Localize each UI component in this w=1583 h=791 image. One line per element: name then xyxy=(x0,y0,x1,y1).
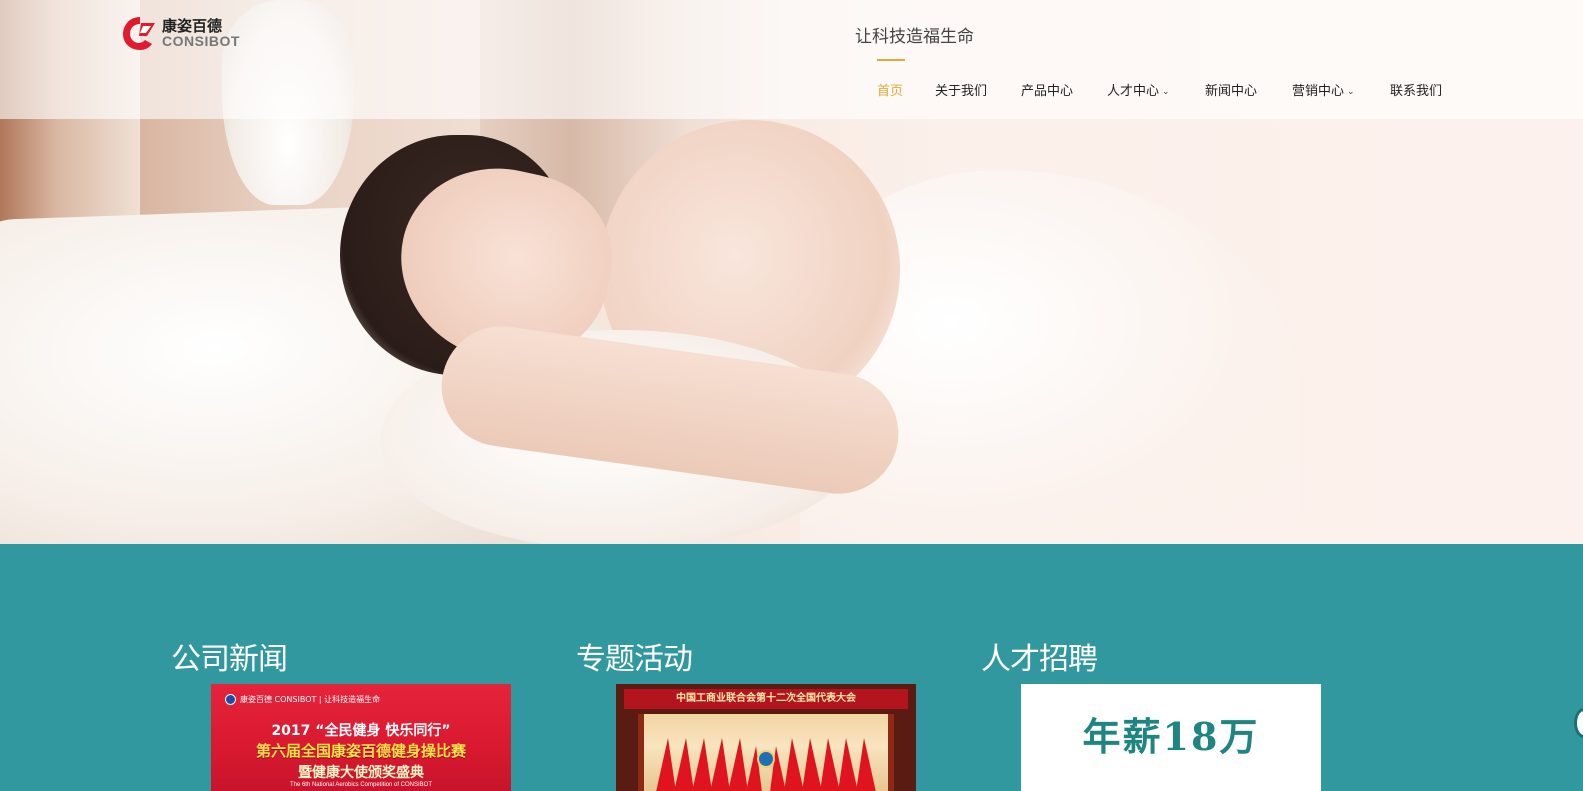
site-header: 康姿百德 CONSIBOT 让科技造福生命 首页 关于我们 产品中心 人才中心 ⌄… xyxy=(0,0,1583,119)
emblem-icon xyxy=(225,694,236,705)
national-emblem-icon xyxy=(757,750,775,768)
nav-item-label: 产品中心 xyxy=(1021,84,1074,99)
thumb-brand: 康姿百德 CONSIBOT xyxy=(240,695,317,704)
nav-item-home[interactable]: 首页 xyxy=(877,80,903,99)
thumb-header: 康姿百德 CONSIBOT | 让科技造福生命 xyxy=(225,694,380,708)
slogan-underline xyxy=(877,59,905,61)
logo[interactable]: 康姿百德 CONSIBOT xyxy=(121,12,251,52)
column-title-special-events[interactable]: 专题活动 xyxy=(576,634,693,678)
chevron-down-icon: ⌄ xyxy=(1347,87,1355,97)
nav-item-about[interactable]: 关于我们 xyxy=(935,80,987,99)
salary-text: 年薪18万 xyxy=(1082,714,1260,759)
thumb-headline-3: 暨健康大使颁奖盛典 xyxy=(298,765,424,781)
nav-item-label: 人才中心 xyxy=(1107,84,1160,99)
nav-item-label: 首页 xyxy=(877,84,904,99)
chevron-down-icon: ⌄ xyxy=(1162,87,1170,97)
logo-text-en: CONSIBOT xyxy=(162,33,240,49)
column-title-company-news[interactable]: 公司新闻 xyxy=(171,634,288,678)
nav-item-products[interactable]: 产品中心 xyxy=(1021,80,1073,99)
recruitment-thumbnail[interactable]: 年薪18万 xyxy=(1021,684,1321,791)
event-thumbnail[interactable]: 中国工商业联合会第十二次全国代表大会 xyxy=(616,684,916,791)
event-banner-text: 中国工商业联合会第十二次全国代表大会 xyxy=(624,689,908,709)
content-section: 公司新闻 专题活动 人才招聘 康姿百德 CONSIBOT | 让科技造福生命 2… xyxy=(0,544,1583,791)
nav-item-label: 新闻中心 xyxy=(1205,84,1258,99)
thumb-headline-1: 2017 “全民健身 快乐同行” xyxy=(271,723,451,739)
column-title-recruitment[interactable]: 人才招聘 xyxy=(981,634,1098,678)
nav-item-marketing[interactable]: 营销中心 ⌄ xyxy=(1292,80,1355,99)
nav-item-contact[interactable]: 联系我们 xyxy=(1390,80,1442,99)
nav-item-talent[interactable]: 人才中心 ⌄ xyxy=(1107,80,1170,99)
nav-item-news[interactable]: 新闻中心 xyxy=(1205,80,1257,99)
nav-item-label: 营销中心 xyxy=(1292,84,1345,99)
nav-item-label: 关于我们 xyxy=(935,84,988,99)
main-nav: 首页 关于我们 产品中心 人才中心 ⌄ 新闻中心 营销中心 ⌄ 联系我们 xyxy=(0,80,1583,100)
consibot-logo-icon xyxy=(123,17,155,50)
site-slogan: 让科技造福生命 xyxy=(855,27,974,47)
thumb-headline-2: 第六届全国康姿百德健身操比赛 xyxy=(255,742,466,760)
news-thumbnail[interactable]: 康姿百德 CONSIBOT | 让科技造福生命 2017 “全民健身 快乐同行”… xyxy=(211,684,511,791)
nav-item-label: 联系我们 xyxy=(1390,84,1443,99)
thumb-slogan: 让科技造福生命 xyxy=(324,695,381,704)
thumb-headline-en: The 6th National Aerobics Competition of… xyxy=(289,782,433,788)
